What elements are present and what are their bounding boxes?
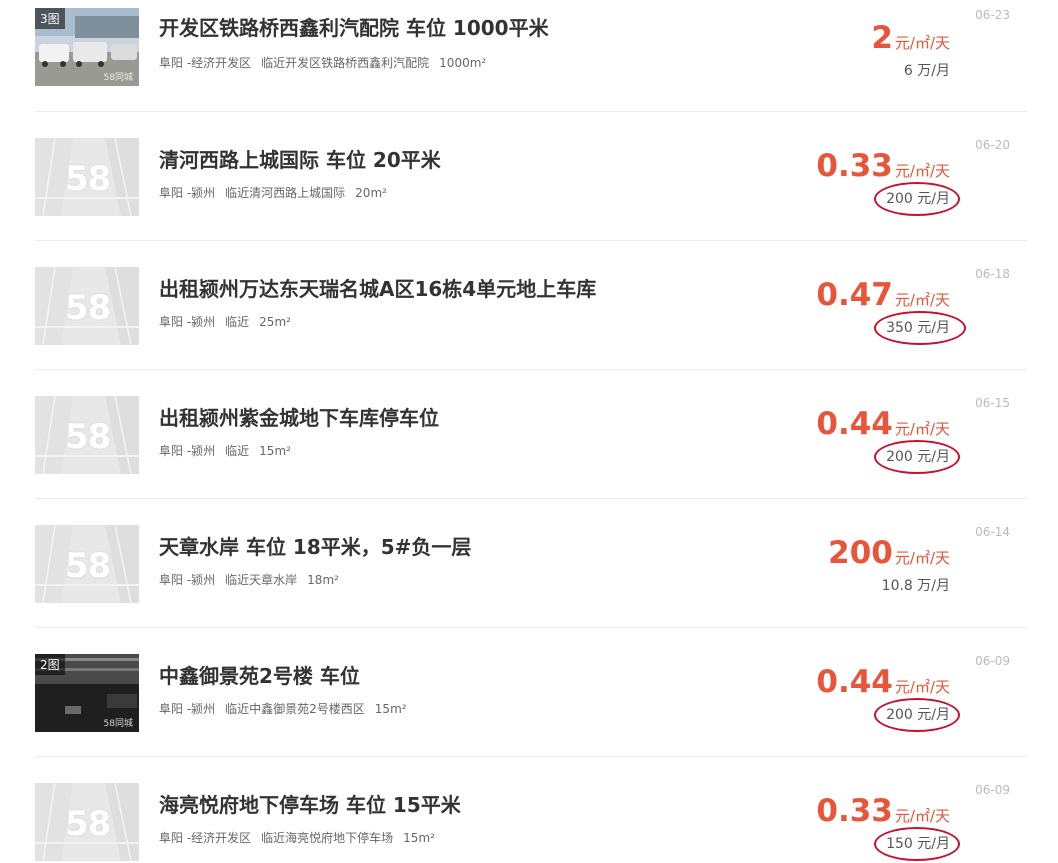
photo-watermark: 58同城 [103,719,133,729]
listing-title[interactable]: 中鑫御景苑2号楼 车位 [159,660,360,689]
listing-city: 阜阳 -经济开发区 [159,56,252,70]
price-value: 0.44 [816,664,893,700]
placeholder-58-logo: 58 [65,159,111,199]
price-per-sqm: 200 元/㎡/天 [828,535,950,571]
monthly-price: 200 元/月 [886,449,950,465]
listing-title[interactable]: 清河西路上城国际 车位 20平米 [159,144,441,173]
listing-area: 15m² [259,444,291,458]
listing-row[interactable]: 58 清河西路上城国际 车位 20平米阜阳 -颍州 临近清河西路上城国际 20m² 0.… [0,112,1058,241]
listing-near: 临近天章水岸 [225,573,298,587]
listing-meta: 阜阳 -经济开发区 临近海亮悦府地下停车场 15m² [159,829,445,846]
listing-row[interactable]: 58同城 3图 开发区铁路桥西鑫利汽配院 车位 1000平米阜阳 -经济开发区 临近开… [0,0,1058,112]
monthly-price: 200 元/月 [886,191,950,207]
listing-near: 临近清河西路上城国际 [225,186,346,200]
placeholder-58-logo: 58 [65,546,111,586]
price-per-sqm: 0.47 元/㎡/天 [816,277,950,313]
listing-thumbnail[interactable]: 58同城 3图 [35,8,139,86]
price-value: 0.33 [816,148,893,184]
listing-city: 阜阳 -颍州 [159,315,216,329]
listing-near: 临近 [225,444,250,458]
price-per-sqm: 0.33 元/㎡/天 [816,148,950,184]
listing-area: 20m² [355,186,387,200]
listing-title[interactable]: 开发区铁路桥西鑫利汽配院 车位 1000平米 [159,12,549,41]
monthly-price: 10.8 万/月 [881,578,950,594]
listing-city: 阜阳 -颍州 [159,573,216,587]
price-unit: 元/㎡/天 [894,549,950,567]
listing-meta: 阜阳 -颍州 临近天章水岸 18m² [159,571,349,588]
placeholder-58-logo: 58 [65,804,111,844]
post-date: 06-09 [975,783,1010,797]
listing-row[interactable]: 58 出租颍州紫金城地下车库停车位阜阳 -颍州 临近 15m² 0.44 元/㎡/天 200… [0,370,1058,499]
listing-meta: 阜阳 -经济开发区 临近开发区铁路桥西鑫利汽配院 1000m² [159,54,496,71]
listing-meta: 阜阳 -颍州 临近 15m² [159,442,301,459]
price-per-sqm: 0.44 元/㎡/天 [816,664,950,700]
post-date: 06-14 [975,525,1010,539]
listing-near: 临近海亮悦府地下停车场 [261,831,394,845]
listing-row[interactable]: 58 天章水岸 车位 18平米，5#负一层阜阳 -颍州 临近天章水岸 18m² 200 元… [0,499,1058,628]
listing-area: 25m² [259,315,291,329]
listing-thumbnail[interactable]: 58 [35,783,139,861]
listing-thumbnail[interactable]: 58 [35,267,139,345]
listing-near: 临近中鑫御景苑2号楼西区 [225,702,365,716]
photo-count-badge: 2图 [35,654,65,675]
price-value: 0.44 [816,406,893,442]
listing-area: 1000m² [439,56,487,70]
monthly-price: 350 元/月 [886,320,950,336]
price-value: 0.33 [816,793,893,829]
listing-row[interactable]: 58同城 2图 中鑫御景苑2号楼 车位阜阳 -颍州 临近中鑫御景苑2号楼西区 15m² 0… [0,628,1058,757]
listing-thumbnail[interactable]: 58 [35,525,139,603]
listing-near: 临近 [225,315,250,329]
listing-city: 阜阳 -颍州 [159,186,216,200]
price-unit: 元/㎡/天 [894,34,950,52]
post-date: 06-23 [975,8,1010,22]
price-per-sqm: 0.33 元/㎡/天 [816,793,950,829]
post-date: 06-20 [975,138,1010,152]
listing-thumbnail[interactable]: 58 [35,138,139,216]
listing-title[interactable]: 海亮悦府地下停车场 车位 15平米 [159,789,461,818]
listing-row[interactable]: 58 海亮悦府地下停车场 车位 15平米阜阳 -经济开发区 临近海亮悦府地下停车场 1… [0,757,1058,863]
price-unit: 元/㎡/天 [894,678,950,696]
monthly-price: 200 元/月 [886,707,950,723]
post-date: 06-18 [975,267,1010,281]
listing-title[interactable]: 天章水岸 车位 18平米，5#负一层 [159,531,471,560]
photo-count-badge: 3图 [35,8,65,29]
listing-thumbnail[interactable]: 58 [35,396,139,474]
listing-thumbnail[interactable]: 58同城 2图 [35,654,139,732]
listing-title[interactable]: 出租颍州紫金城地下车库停车位 [159,402,439,431]
listing-meta: 阜阳 -颍州 临近中鑫御景苑2号楼西区 15m² [159,700,417,717]
listing-near: 临近开发区铁路桥西鑫利汽配院 [261,56,430,70]
price-value: 200 [828,535,893,571]
listing-area: 15m² [403,831,435,845]
price-unit: 元/㎡/天 [894,807,950,825]
listing-area: 18m² [307,573,339,587]
price-per-sqm: 0.44 元/㎡/天 [816,406,950,442]
placeholder-58-logo: 58 [65,417,111,457]
listing-city: 阜阳 -经济开发区 [159,831,252,845]
monthly-price: 6 万/月 [903,63,950,79]
listing-city: 阜阳 -颍州 [159,702,216,716]
listing-city: 阜阳 -颍州 [159,444,216,458]
price-value: 2 [871,20,893,56]
listing-row[interactable]: 58 出租颍州万达东天瑞名城A区16栋4单元地上车库阜阳 -颍州 临近 25m² 0.4… [0,241,1058,370]
price-unit: 元/㎡/天 [894,291,950,309]
price-value: 0.47 [816,277,893,313]
monthly-price: 150 元/月 [886,836,950,852]
price-per-sqm: 2 元/㎡/天 [871,20,950,56]
listing-area: 15m² [374,702,407,716]
photo-watermark: 58同城 [103,73,133,83]
listing-meta: 阜阳 -颍州 临近清河西路上城国际 20m² [159,184,397,201]
listing-title[interactable]: 出租颍州万达东天瑞名城A区16栋4单元地上车库 [159,273,596,302]
post-date: 06-09 [975,654,1010,668]
price-unit: 元/㎡/天 [894,420,950,438]
post-date: 06-15 [975,396,1010,410]
listing-meta: 阜阳 -颍州 临近 25m² [159,313,301,330]
placeholder-58-logo: 58 [65,288,111,328]
price-unit: 元/㎡/天 [894,162,950,180]
